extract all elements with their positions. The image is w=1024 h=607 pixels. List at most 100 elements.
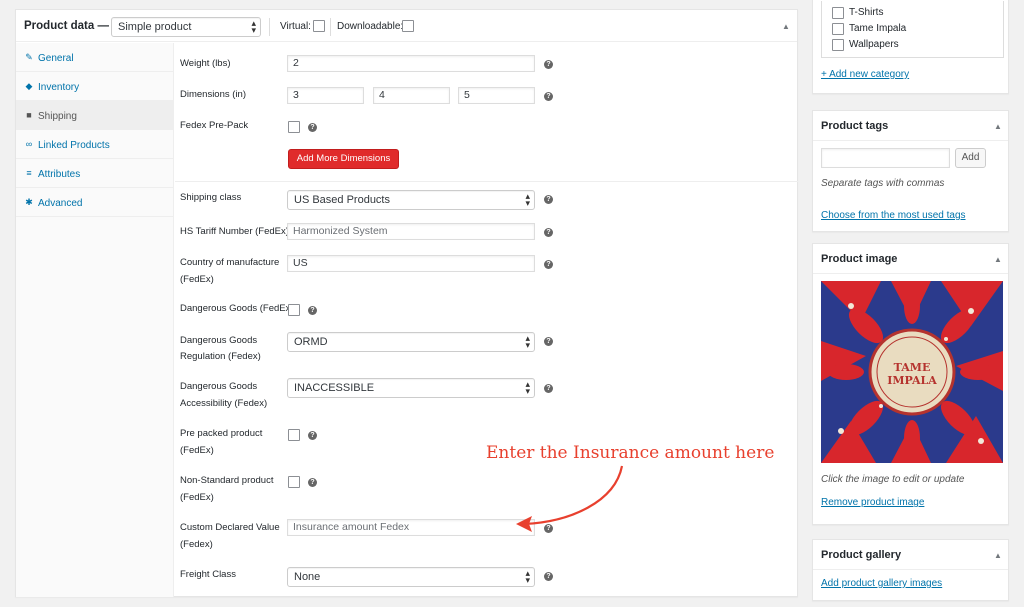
tab-linked-products[interactable]: ∞ Linked Products	[16, 130, 174, 159]
truck-icon: ■	[26, 110, 32, 120]
fedex-prepack-checkbox[interactable]	[288, 121, 300, 133]
select-arrows-icon: ▴ ▾	[525, 333, 530, 350]
dimensions-label: Dimensions (in)	[180, 89, 246, 100]
select-arrows-icon: ▴ ▾	[525, 191, 530, 208]
weight-input[interactable]: 2	[287, 55, 535, 72]
select-arrows-icon: ▴ ▾	[525, 379, 530, 396]
help-icon[interactable]: ?	[544, 92, 553, 101]
help-icon[interactable]: ?	[308, 478, 317, 487]
shipping-class-value: US Based Products	[294, 194, 390, 206]
tag-icon: ◆	[25, 81, 33, 91]
category-checkbox[interactable]	[832, 23, 844, 35]
gear-icon: ✱	[25, 197, 33, 207]
help-icon[interactable]: ?	[308, 123, 317, 132]
remove-product-image-link[interactable]: Remove product image	[821, 497, 924, 508]
annotation-arrow	[516, 465, 624, 532]
image-edit-hint: Click the image to edit or update	[821, 474, 965, 485]
product-tags-title: Product tags	[821, 120, 889, 132]
category-label: Wallpapers	[849, 39, 899, 50]
category-checkbox[interactable]	[832, 7, 844, 19]
choose-most-used-tags-link[interactable]: Choose from the most used tags	[821, 210, 966, 221]
downloadable-label: Downloadable:	[337, 21, 404, 32]
box-divider	[813, 569, 1008, 570]
add-tag-button[interactable]: Add	[955, 148, 986, 168]
link-icon: ∞	[25, 139, 33, 149]
product-image-box: Product image ▲ TAME IMPALA Click the im…	[812, 243, 1009, 525]
dg-regulation-select[interactable]: ORMD ▴ ▾	[287, 332, 535, 352]
help-icon[interactable]: ?	[308, 306, 317, 315]
nonstandard-checkbox[interactable]	[288, 476, 300, 488]
help-icon[interactable]: ?	[544, 195, 553, 204]
width-input[interactable]: 4	[373, 87, 450, 104]
add-gallery-images-link[interactable]: Add product gallery images	[821, 578, 942, 589]
tab-label: Attributes	[38, 169, 81, 180]
dg-accessibility-label-sub: Accessibility (Fedex)	[180, 398, 268, 409]
help-icon[interactable]: ?	[544, 260, 553, 269]
collapse-toggle-icon[interactable]: ▲	[994, 551, 1002, 560]
custom-value-input[interactable]: Insurance amount Fedex	[287, 519, 535, 536]
dg-accessibility-value: INACCESSIBLE	[294, 382, 375, 394]
tab-shipping[interactable]: ■ Shipping	[16, 101, 174, 130]
product-data-header: Product data — Simple product ▴ ▾ Virtual…	[16, 10, 797, 42]
tab-label: Advanced	[38, 198, 83, 209]
add-new-category-link[interactable]: + Add new category	[821, 69, 909, 80]
product-gallery-title: Product gallery	[821, 549, 902, 561]
dg-accessibility-select[interactable]: INACCESSIBLE ▴ ▾	[287, 378, 535, 398]
tab-general[interactable]: ✎ General	[16, 43, 174, 72]
prepacked-checkbox[interactable]	[288, 429, 300, 441]
category-checkbox[interactable]	[832, 39, 844, 51]
box-divider	[813, 140, 1008, 141]
product-data-title: Product data —	[24, 20, 109, 32]
dg-accessibility-label: Dangerous Goods	[180, 381, 258, 392]
prepacked-label: Pre packed product	[180, 428, 263, 439]
tab-label: Inventory	[38, 82, 80, 93]
nonstandard-label: Non-Standard product	[180, 475, 274, 486]
album-title-line1: TAME	[894, 361, 931, 374]
annotation-text: Enter the Insurance amount here	[486, 443, 775, 463]
virtual-label: Virtual:	[280, 21, 311, 32]
dangerous-goods-checkbox[interactable]	[288, 304, 300, 316]
help-icon[interactable]: ?	[544, 384, 553, 393]
product-tags-box: Product tags ▲ Add Separate tags with co…	[812, 110, 1009, 232]
fedex-prepack-label: Fedex Pre-Pack	[180, 120, 249, 131]
select-arrows-icon: ▴ ▾	[525, 568, 530, 585]
help-icon[interactable]: ?	[544, 572, 553, 581]
album-title-line2: IMPALA	[887, 374, 937, 387]
tab-advanced[interactable]: ✱ Advanced	[16, 188, 174, 217]
freight-class-label: Freight Class	[180, 569, 236, 580]
add-more-dimensions-button[interactable]: Add More Dimensions	[288, 149, 399, 169]
weight-label: Weight (lbs)	[180, 58, 231, 69]
virtual-checkbox[interactable]	[313, 20, 325, 32]
help-icon[interactable]: ?	[544, 60, 553, 69]
collapse-toggle-icon[interactable]: ▲	[782, 22, 790, 31]
product-image-thumbnail[interactable]: TAME IMPALA	[821, 281, 1003, 463]
country-label-sub: (FedEx)	[180, 274, 214, 285]
help-icon[interactable]: ?	[544, 337, 553, 346]
collapse-toggle-icon[interactable]: ▲	[994, 255, 1002, 264]
height-input[interactable]: 5	[458, 87, 535, 104]
freight-class-select[interactable]: None ▴ ▾	[287, 567, 535, 587]
wrench-icon: ✎	[25, 52, 33, 62]
downloadable-checkbox[interactable]	[402, 20, 414, 32]
tab-label: General	[38, 53, 74, 64]
help-icon[interactable]: ?	[308, 431, 317, 440]
album-cover-art: TAME IMPALA	[821, 281, 1003, 463]
collapse-toggle-icon[interactable]: ▲	[994, 122, 1002, 131]
help-icon[interactable]: ?	[544, 228, 553, 237]
product-data-tabs: ✎ General ◆ Inventory ■ Shipping ∞ Linked Produ…	[16, 43, 174, 597]
country-input[interactable]: US	[287, 255, 535, 272]
header-divider	[269, 18, 270, 36]
hs-tariff-label: HS Tariff Number (FedEx)	[180, 226, 289, 237]
product-gallery-box: Product gallery ▲ Add product gallery im…	[812, 539, 1009, 601]
shipping-class-select[interactable]: US Based Products ▴ ▾	[287, 190, 535, 210]
product-type-select[interactable]: Simple product ▴ ▾	[111, 17, 261, 37]
hs-tariff-input[interactable]: Harmonized System	[287, 223, 535, 240]
tag-input[interactable]	[821, 148, 950, 168]
shipping-class-label: Shipping class	[180, 192, 242, 203]
tab-attributes[interactable]: ≡ Attributes	[16, 159, 174, 188]
box-divider	[813, 273, 1008, 274]
tab-inventory[interactable]: ◆ Inventory	[16, 72, 174, 101]
length-input[interactable]: 3	[287, 87, 364, 104]
dangerous-goods-label: Dangerous Goods (FedEx)	[180, 303, 294, 314]
tab-label: Linked Products	[38, 140, 110, 151]
